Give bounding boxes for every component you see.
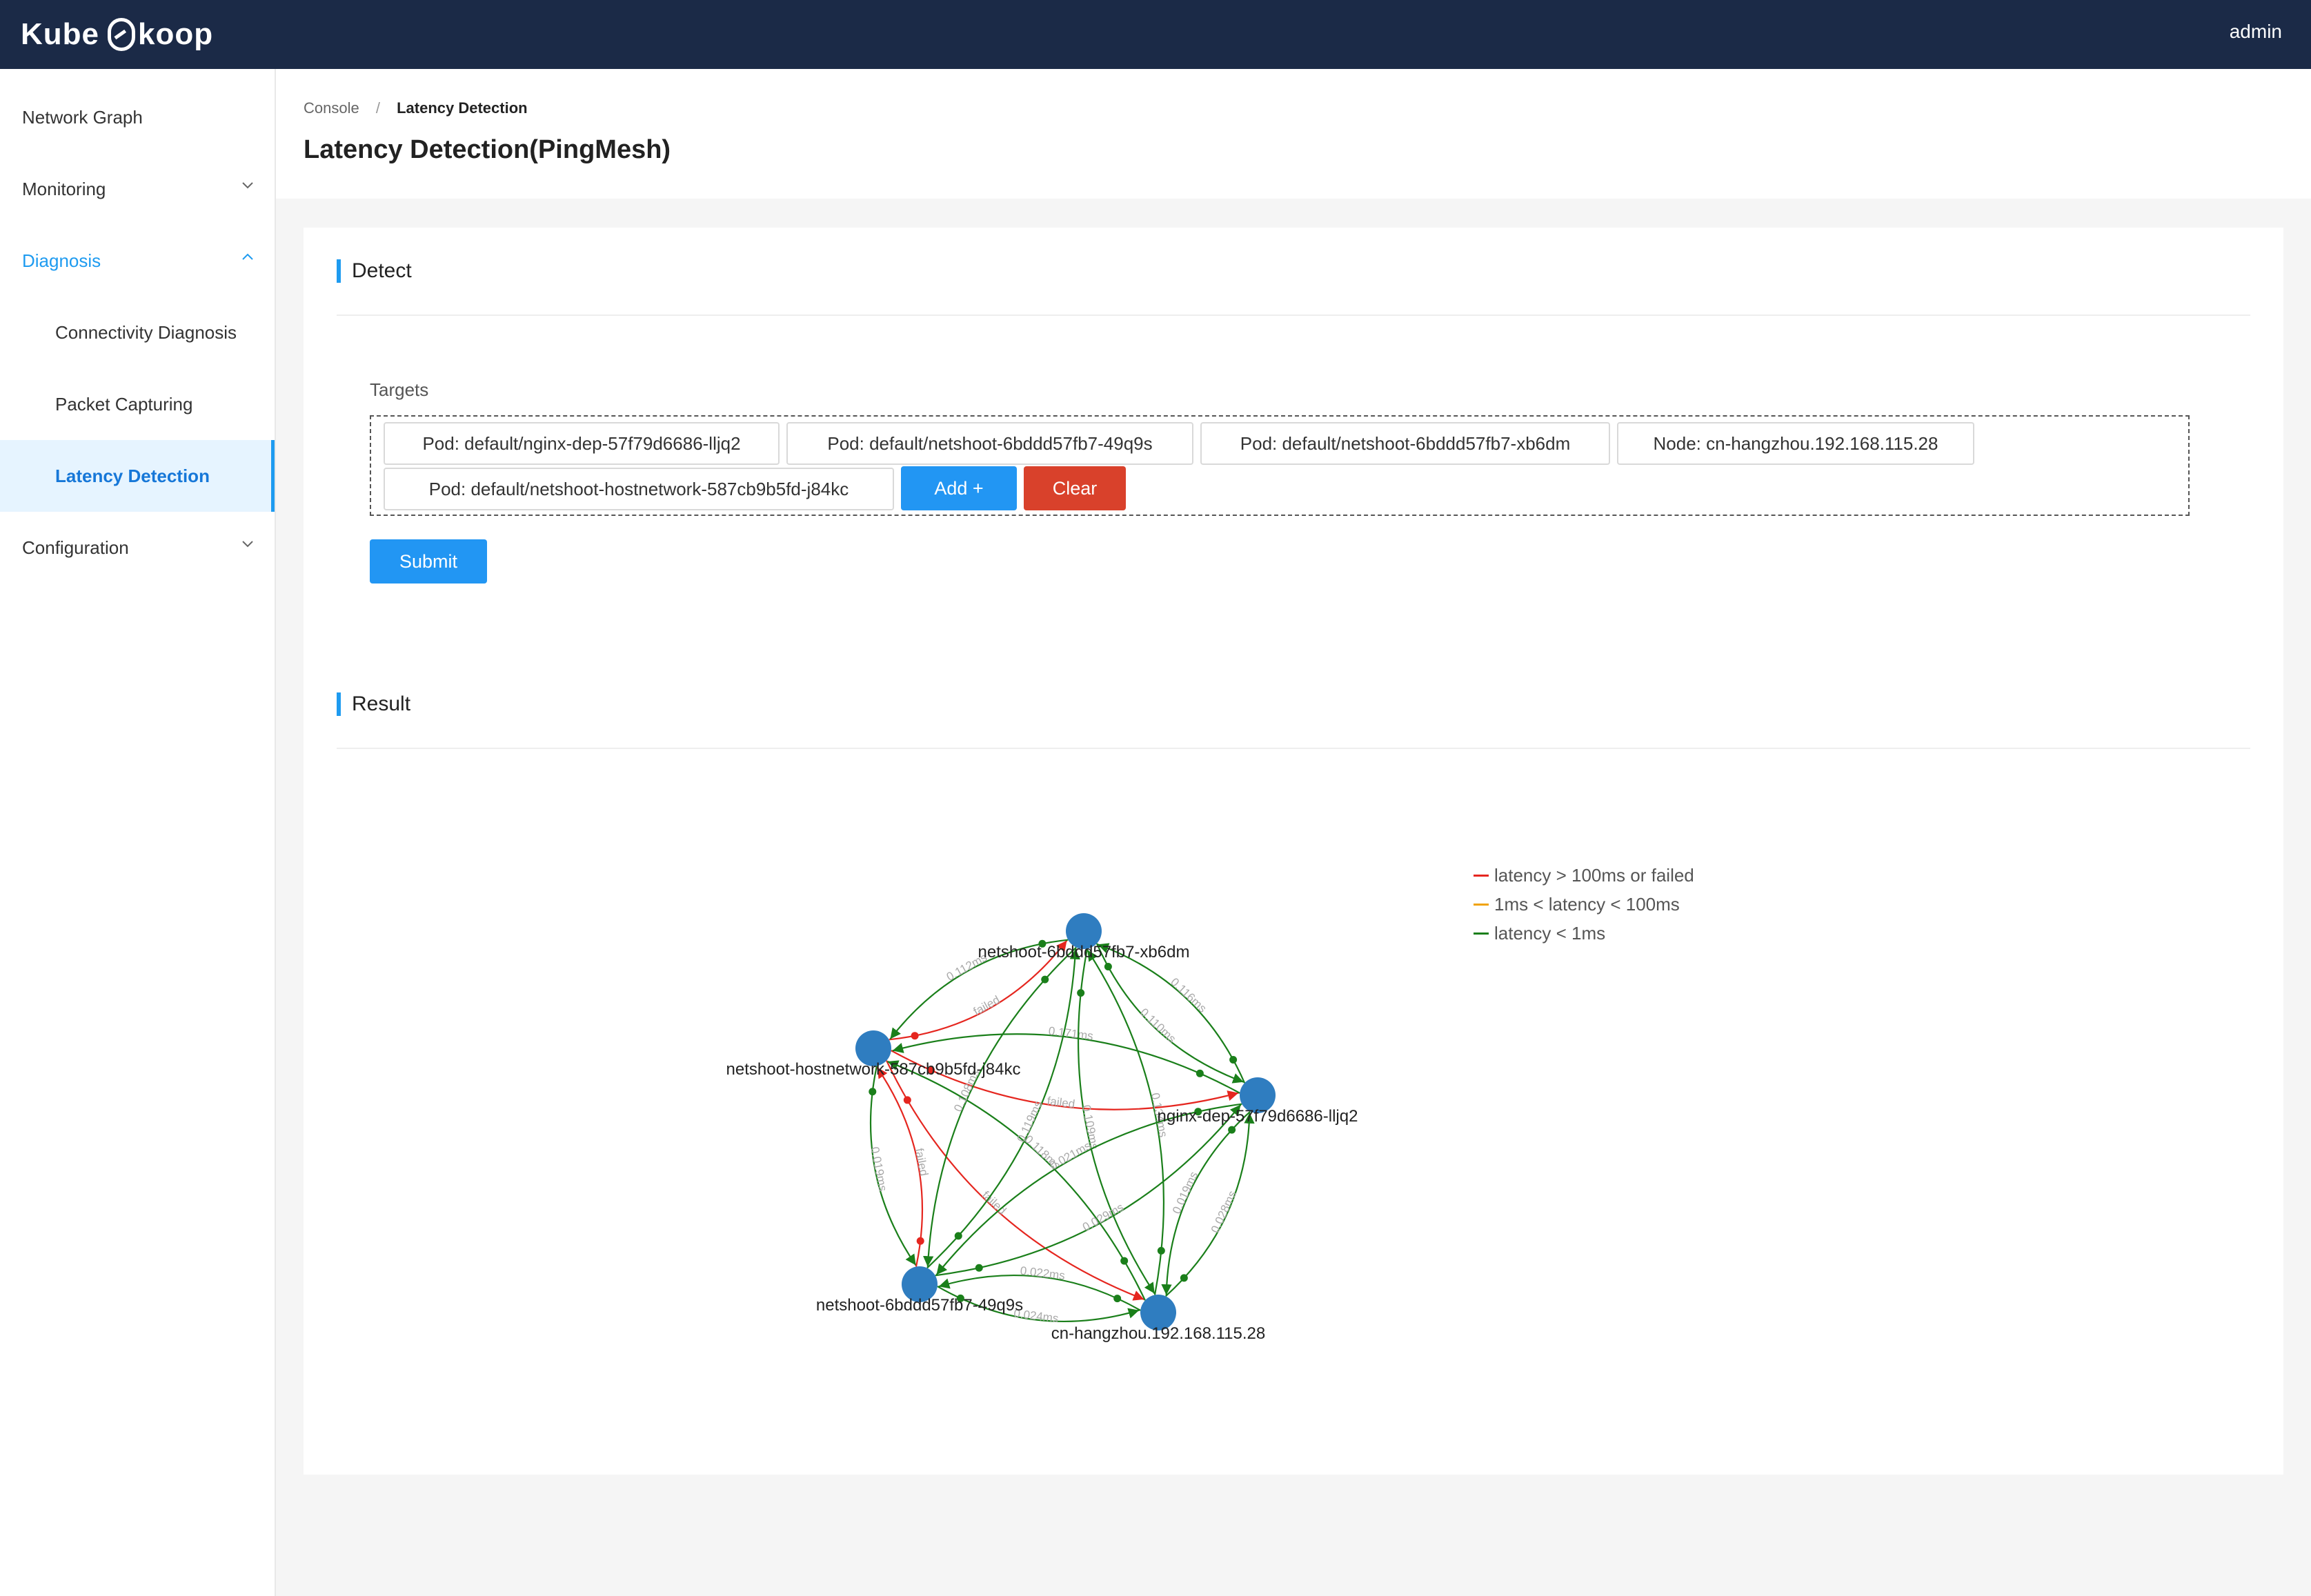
latency-graph[interactable]: failed0.112ms0.110ms0.116msfailed0.171ms… xyxy=(304,228,2283,1475)
sidebar-item-label: Connectivity Diagnosis xyxy=(55,321,237,343)
graph-edge-label: 0.019ms xyxy=(1170,1170,1200,1216)
graph-edge-dot xyxy=(1041,975,1049,984)
sidebar-item-label: Configuration xyxy=(22,537,129,558)
graph-edge-dot xyxy=(869,1088,877,1096)
graph-edge-dot xyxy=(1104,963,1112,971)
graph-edge-label: 0.110ms xyxy=(1138,1006,1179,1046)
chevron-up-icon xyxy=(242,253,253,260)
logo-text: Kube xyxy=(21,17,99,51)
sidebar-item-label: Monitoring xyxy=(22,178,106,199)
graph-edge-dot xyxy=(954,1232,962,1240)
graph-edge-label: failed xyxy=(913,1147,931,1177)
chevron-down-icon xyxy=(242,541,253,548)
graph-edge-dot xyxy=(975,1264,983,1272)
graph-edge-label: 0.028ms xyxy=(1209,1188,1239,1235)
page-header: Console / Latency Detection Latency Dete… xyxy=(276,69,2311,199)
sidebar-item-label: Diagnosis xyxy=(22,250,101,271)
chevron-down-icon xyxy=(242,182,253,189)
graph-edge-dot xyxy=(911,1032,919,1040)
graph-edge[interactable] xyxy=(887,1060,1146,1301)
graph-edge-dot xyxy=(1196,1069,1204,1077)
graph-node-label: cn-hangzhou.192.168.115.28 xyxy=(1051,1324,1266,1343)
graph-edge-label: 0.171ms xyxy=(1048,1024,1094,1043)
breadcrumb-separator: / xyxy=(375,99,380,117)
graph-node-label: netshoot-6bddd57fb7-xb6dm xyxy=(978,943,1190,961)
graph-edge-dot xyxy=(1180,1274,1188,1282)
graph-node-label: netshoot-6bddd57fb7-49q9s xyxy=(816,1296,1023,1315)
graph-edge-dot xyxy=(1157,1246,1165,1255)
graph-edge-label: failed xyxy=(980,1188,1009,1217)
graph-edge-dot xyxy=(1229,1055,1238,1064)
breadcrumb-current: Latency Detection xyxy=(397,99,528,117)
sidebar-item-monitoring[interactable]: Monitoring xyxy=(0,153,275,225)
sidebar-item-label: Network Graph xyxy=(22,106,143,128)
logo-s-icon xyxy=(108,18,135,51)
graph-edge-label: 0.022ms xyxy=(1020,1264,1066,1283)
sidebar-item-network-graph[interactable]: Network Graph xyxy=(0,81,275,153)
graph-edge[interactable] xyxy=(886,1060,1144,1301)
kubeskoop-logo[interactable]: Kube koop xyxy=(21,12,213,57)
graph-node-label: nginx-dep-57f79d6686-lljq2 xyxy=(1158,1107,1358,1126)
graph-edge-label: 0.019ms xyxy=(868,1146,889,1193)
graph-edge-dot xyxy=(916,1237,924,1245)
sidebar-item-connectivity-diagnosis[interactable]: Connectivity Diagnosis xyxy=(0,297,275,368)
graph-edge-dot xyxy=(1113,1295,1122,1303)
sidebar-item-label: Packet Capturing xyxy=(55,393,193,415)
breadcrumb-console[interactable]: Console xyxy=(304,99,359,117)
user-menu[interactable]: admin xyxy=(2230,21,2282,43)
graph-edge-label: failed xyxy=(971,993,1002,1018)
graph-edge-dot xyxy=(1228,1126,1236,1134)
breadcrumb: Console / Latency Detection xyxy=(304,99,528,117)
sidebar-item-latency-detection[interactable]: Latency Detection xyxy=(0,440,275,512)
sidebar-item-packet-capturing[interactable]: Packet Capturing xyxy=(0,368,275,440)
sidebar: Network Graph Monitoring Diagnosis Conne… xyxy=(0,69,276,1596)
sidebar-item-label: Latency Detection xyxy=(55,465,210,486)
main-card: Detect Targets Pod: default/nginx-dep-57… xyxy=(304,228,2283,1475)
graph-edge-label: failed xyxy=(1047,1095,1076,1111)
graph-edge-dot xyxy=(1077,989,1085,997)
graph-edge-dot xyxy=(903,1096,911,1104)
sidebar-item-diagnosis[interactable]: Diagnosis xyxy=(0,225,275,297)
page-title: Latency Detection(PingMesh) xyxy=(304,135,671,164)
logo-text-suffix: koop xyxy=(138,17,214,51)
graph-node-label: netshoot-hostnetwork-587cb9b5fd-j84kc xyxy=(726,1060,1021,1079)
sidebar-item-configuration[interactable]: Configuration xyxy=(0,512,275,583)
top-bar: Kube koop admin xyxy=(0,0,2311,69)
graph-edge[interactable] xyxy=(926,948,1081,1269)
graph-edge-dot xyxy=(1120,1257,1129,1265)
graph-edge-label: 0.116ms xyxy=(1168,975,1209,1015)
